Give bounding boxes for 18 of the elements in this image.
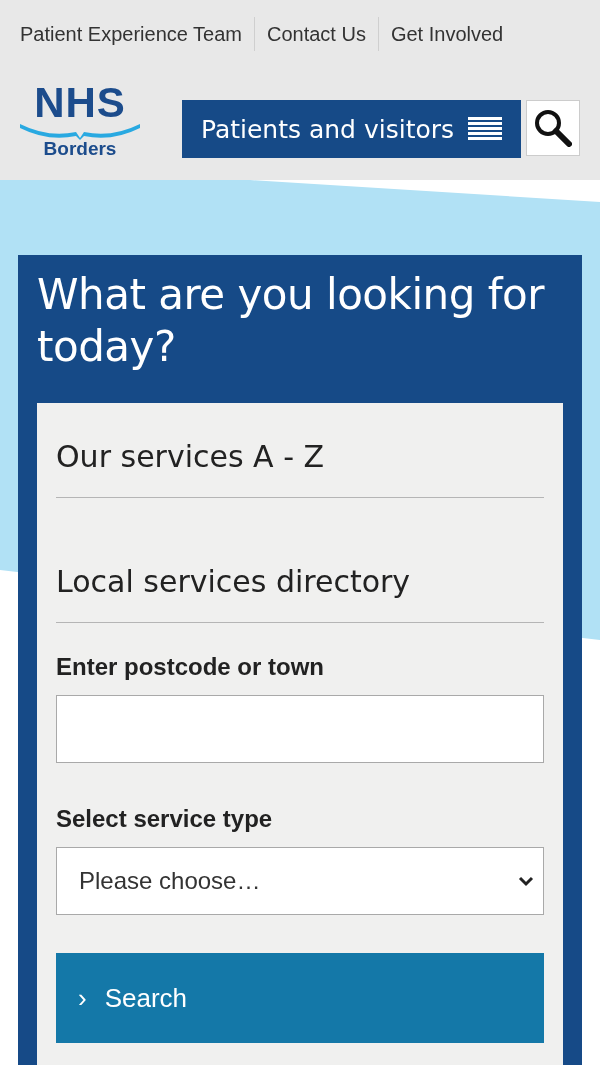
logo-subtitle[interactable]: Borders [43,138,117,160]
field-label: Select service type [56,805,274,833]
service-link[interactable]: Local services directory [56,546,544,623]
top-link[interactable]: Get Involved [377,17,516,51]
logo-title[interactable]: NHS [34,86,126,120]
service-type-select[interactable]: Please choose… [56,847,544,915]
service-link[interactable]: Our services A - Z [56,421,544,498]
search-icon [534,109,572,147]
field-label: Enter postcode or town [56,653,325,681]
top-link[interactable]: Patient Experience Team [18,17,254,51]
nav-menu-button[interactable]: Patients and visitors [182,100,521,158]
menu-icon [468,116,503,142]
chevron-icon [517,875,535,887]
search-submit-button[interactable]: › Search [56,953,544,1043]
postcode-field[interactable] [56,695,544,763]
search-button[interactable] [526,100,580,156]
finder-heading: What are you looking for today? [37,269,546,373]
top-link[interactable]: Contact Us [254,17,378,51]
